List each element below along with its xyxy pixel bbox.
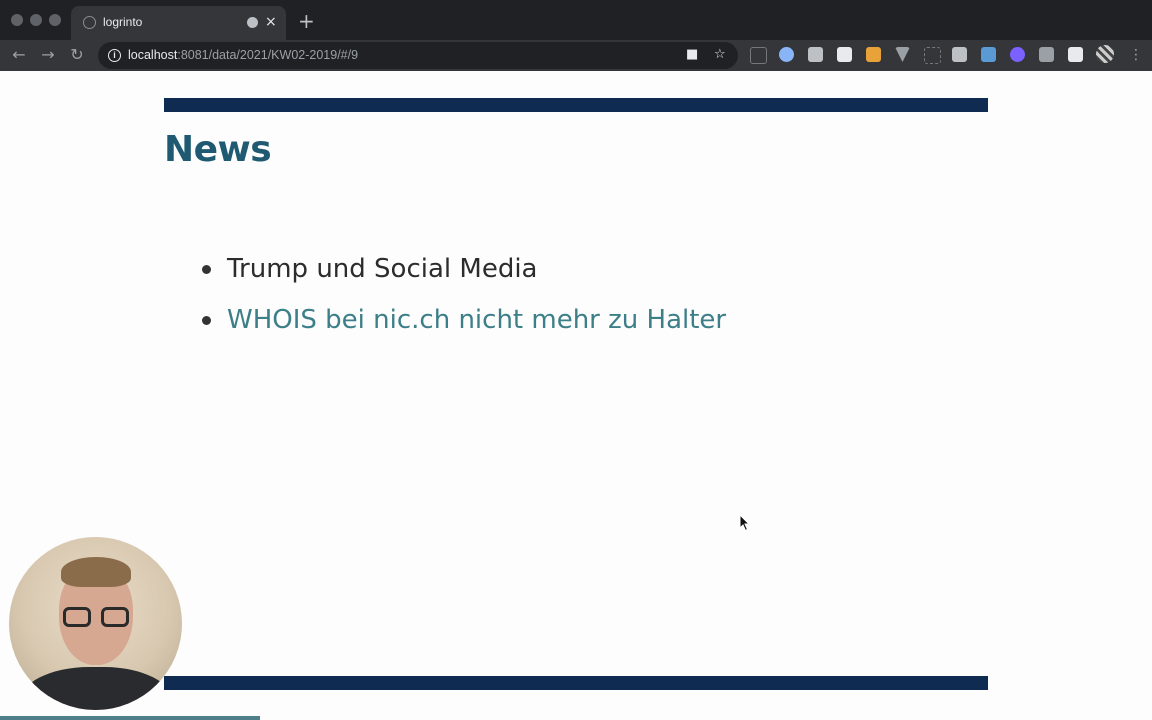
webcam-overlay (9, 537, 182, 710)
glasses-icon (101, 607, 129, 627)
puzzle-icon[interactable] (1068, 47, 1083, 62)
extension-icon[interactable] (808, 47, 823, 62)
url-path: :8081/data/2021/KW02-2019/#/9 (177, 48, 359, 62)
minimize-window-icon[interactable] (30, 14, 42, 26)
star-icon[interactable]: ☆ (714, 47, 726, 62)
browser-tab[interactable]: logrinto × (71, 6, 286, 40)
recording-indicator-icon (247, 17, 258, 28)
back-icon[interactable]: ← (7, 43, 31, 67)
translate-icon[interactable] (1039, 47, 1054, 62)
address-bar[interactable]: i localhost:8081/data/2021/KW02-2019/#/9… (98, 42, 738, 69)
trash-icon[interactable] (837, 47, 852, 62)
info-icon[interactable]: i (108, 49, 121, 62)
reload-icon[interactable]: ↻ (65, 43, 89, 67)
screenshot-icon[interactable] (952, 47, 967, 62)
list-item-link[interactable]: WHOIS bei nic.ch nicht mehr zu Halter (227, 305, 726, 335)
browser-toolbar: ← → ↻ i localhost:8081/data/2021/KW02-20… (0, 40, 1152, 71)
extension-icon[interactable] (1010, 47, 1025, 62)
extension-icon[interactable] (866, 47, 881, 62)
list-item-text: Trump und Social Media (227, 254, 538, 284)
slide-heading: News (164, 129, 272, 170)
globe-icon (83, 16, 96, 29)
extension-icon[interactable] (981, 47, 996, 62)
bullet-icon (202, 316, 211, 325)
react-devtools-icon[interactable] (779, 47, 794, 62)
presenter-hair (61, 557, 131, 587)
mouse-cursor-icon (739, 514, 751, 532)
new-tab-button[interactable]: + (298, 10, 315, 32)
profile-avatar[interactable] (1096, 45, 1114, 63)
vue-devtools-icon[interactable] (895, 47, 910, 62)
camera-icon[interactable]: ■ (686, 47, 698, 62)
bullet-icon (202, 265, 211, 274)
news-list: Trump und Social Media WHOIS bei nic.ch … (200, 251, 726, 353)
glasses-icon (63, 607, 91, 627)
browser-titlebar: logrinto × + (0, 0, 1152, 40)
extension-icon[interactable] (750, 47, 767, 64)
close-tab-button[interactable]: × (265, 12, 277, 32)
maximize-window-icon[interactable] (49, 14, 61, 26)
forward-icon[interactable]: → (36, 43, 60, 67)
url-host: localhost (128, 48, 178, 62)
slide-bottom-bar (164, 676, 988, 690)
slide-top-bar (164, 98, 988, 112)
slide-progress-bar (0, 716, 260, 720)
url-text[interactable]: localhost:8081/data/2021/KW02-2019/#/9 (128, 48, 358, 62)
list-item[interactable]: WHOIS bei nic.ch nicht mehr zu Halter (200, 302, 726, 353)
presenter-shirt (19, 667, 174, 710)
tab-title: logrinto (103, 15, 143, 29)
menu-icon[interactable]: ⋮ (1124, 43, 1148, 67)
list-item: Trump und Social Media (200, 251, 726, 302)
close-window-icon[interactable] (11, 14, 23, 26)
extension-icon[interactable] (924, 47, 941, 64)
